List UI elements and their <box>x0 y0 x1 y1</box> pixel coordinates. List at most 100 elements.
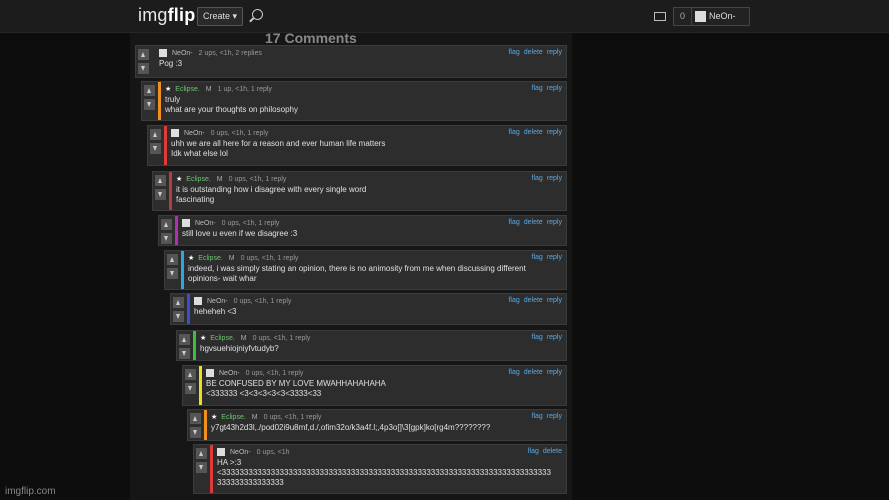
flag-link[interactable]: flag <box>532 334 543 341</box>
downvote-arrow-icon[interactable] <box>185 383 196 394</box>
comment-actions: flag reply <box>528 175 562 182</box>
comment-stats: 0 ups, <1h, 1 reply <box>240 255 299 262</box>
downvote-arrow-icon[interactable] <box>190 427 201 438</box>
star-icon: ★ <box>165 86 172 93</box>
flag-link[interactable]: flag <box>508 369 519 376</box>
upvote-arrow-icon[interactable] <box>155 175 166 186</box>
comment-line: HA >:3 <box>217 458 242 467</box>
delete-link[interactable]: delete <box>524 369 543 376</box>
comment-meta: NeOn- 0 ups, <1h <box>217 448 290 456</box>
comment-username[interactable]: NeOn- <box>195 220 216 227</box>
downvote-arrow-icon[interactable] <box>161 233 172 244</box>
downvote-arrow-icon[interactable] <box>144 99 155 110</box>
reply-link[interactable]: reply <box>547 219 562 226</box>
downvote-arrow-icon[interactable] <box>179 348 190 359</box>
upvote-arrow-icon[interactable] <box>196 448 207 459</box>
user-avatar[interactable] <box>182 219 190 227</box>
upvote-arrow-icon[interactable] <box>179 334 190 345</box>
comment-stats: 0 ups, <1h, 1 reply <box>233 297 292 305</box>
upvote-arrow-icon[interactable] <box>161 219 172 230</box>
upvote-arrow-icon[interactable] <box>167 254 178 265</box>
flag-link[interactable]: flag <box>508 297 519 304</box>
comment-username[interactable]: Eclipse. <box>186 176 211 183</box>
comment-username[interactable]: NeOn- <box>172 50 193 57</box>
delete-link[interactable]: delete <box>524 297 543 304</box>
reply-link[interactable]: reply <box>547 175 562 182</box>
reply-link[interactable]: reply <box>547 334 562 341</box>
upvote-arrow-icon[interactable] <box>150 129 161 140</box>
flag-link[interactable]: flag <box>532 413 543 420</box>
mod-badge: M <box>240 335 247 342</box>
comment: NeOn- 0 ups, <1h flag delete HA >:3 <33333333… <box>193 444 567 494</box>
downvote-arrow-icon[interactable] <box>196 462 207 473</box>
comment-username[interactable]: Eclipse. <box>175 86 200 93</box>
flag-link[interactable]: flag <box>532 254 543 261</box>
flag-link[interactable]: flag <box>508 49 519 56</box>
comment-username[interactable]: NeOn- <box>184 130 205 137</box>
upvote-arrow-icon[interactable] <box>173 297 184 308</box>
upvote-arrow-icon[interactable] <box>190 413 201 424</box>
comment-line: it is outstanding how i disagree with ev… <box>176 185 367 194</box>
comment-actions: flag delete reply <box>504 369 562 376</box>
upvote-arrow-icon[interactable] <box>138 49 149 60</box>
reply-link[interactable]: reply <box>547 297 562 304</box>
comment-line: BE CONFUSED BY MY LOVE MWAHHAHAHAHA <box>206 379 386 388</box>
comment-line: uhh we are all here for a reason and eve… <box>171 139 386 148</box>
flag-link[interactable]: flag <box>532 175 543 182</box>
flag-link[interactable]: flag <box>508 219 519 226</box>
downvote-arrow-icon[interactable] <box>173 311 184 322</box>
user-avatar[interactable] <box>159 49 167 57</box>
user-avatar[interactable] <box>171 129 179 137</box>
mod-badge: M <box>228 255 235 262</box>
reply-link[interactable]: reply <box>547 49 562 56</box>
flag-link[interactable]: flag <box>528 448 539 455</box>
comment: NeOn- 0 ups, <1h, 1 reply flag delete reply s… <box>158 215 567 246</box>
upvote-arrow-icon[interactable] <box>144 85 155 96</box>
upvote-arrow-icon[interactable] <box>185 369 196 380</box>
notification-count[interactable]: 0 <box>674 8 692 25</box>
comment: ★ Eclipse. M 0 ups, <1h, 1 reply flag reply y7… <box>187 409 567 441</box>
reply-link[interactable]: reply <box>547 369 562 376</box>
comment-actions: flag reply <box>528 413 562 420</box>
comment-meta: ★ Eclipse. M 0 ups, <1h, 1 reply <box>200 334 310 342</box>
comment-text: y7gt43h2d3l,./pod02i9u8mf,d./,ofim32o/k3… <box>211 423 490 433</box>
comment-actions: flag delete reply <box>504 129 562 136</box>
comment-line: indeed, i was simply stating an opinion,… <box>188 264 526 273</box>
reply-link[interactable]: reply <box>547 254 562 261</box>
delete-link[interactable]: delete <box>524 219 543 226</box>
user-avatar[interactable] <box>217 448 225 456</box>
comment-line: <333333 <3<3<3<3<3<3333<33 <box>206 389 322 398</box>
thread-depth-bar <box>199 366 202 405</box>
comment-username[interactable]: NeOn- <box>230 449 251 456</box>
search-icon[interactable] <box>252 9 263 20</box>
create-button[interactable]: Create ▾ <box>197 7 244 26</box>
comment-stats: 0 ups, <1h, 1 reply <box>221 219 280 227</box>
downvote-arrow-icon[interactable] <box>150 143 161 154</box>
reply-link[interactable]: reply <box>547 85 562 92</box>
delete-link[interactable]: delete <box>543 448 562 455</box>
reply-link[interactable]: reply <box>547 129 562 136</box>
comment-username[interactable]: NeOn- <box>207 298 228 305</box>
comment-username[interactable]: NeOn- <box>219 370 240 377</box>
comment-line: opinions- wait whar <box>188 274 257 283</box>
comment-username[interactable]: Eclipse. <box>198 255 223 262</box>
imgflip-logo[interactable]: imgflip <box>138 5 195 26</box>
comment-line: <333333333333333333333333333333333333333… <box>217 468 551 477</box>
comment: NeOn- 0 ups, <1h, 1 reply flag delete reply B… <box>182 365 567 406</box>
mail-icon[interactable] <box>654 12 666 21</box>
user-menu[interactable]: 0 NeOn- <box>673 7 750 26</box>
comment-username[interactable]: Eclipse. <box>221 414 246 421</box>
user-avatar[interactable] <box>194 297 202 305</box>
flag-link[interactable]: flag <box>508 129 519 136</box>
mod-badge: M <box>216 176 223 183</box>
user-avatar[interactable] <box>206 369 214 377</box>
delete-link[interactable]: delete <box>524 49 543 56</box>
downvote-arrow-icon[interactable] <box>138 63 149 74</box>
delete-link[interactable]: delete <box>524 129 543 136</box>
flag-link[interactable]: flag <box>532 85 543 92</box>
reply-link[interactable]: reply <box>547 413 562 420</box>
comment-username[interactable]: Eclipse. <box>210 335 235 342</box>
downvote-arrow-icon[interactable] <box>155 189 166 200</box>
imgflip-watermark: imgflip.com <box>5 486 56 497</box>
downvote-arrow-icon[interactable] <box>167 268 178 279</box>
